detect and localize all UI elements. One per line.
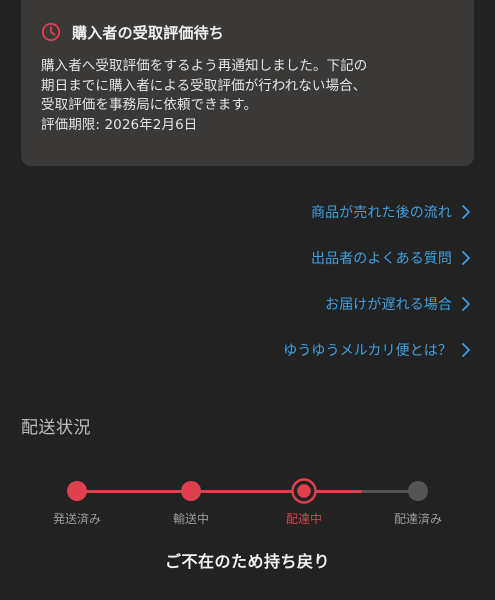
step-dot-in-transit [181, 481, 201, 501]
link-after-sale-flow[interactable]: 商品が売れた後の流れ [171, 197, 471, 227]
shipping-detail-screen: 購入者の受取評価待ち 購入者へ受取評価をするよう再通知しました。下記の 期日まで… [0, 0, 495, 600]
step-dot-shipped [67, 481, 87, 501]
link-label: ゆうゆうメルカリ便とは？ [283, 343, 452, 359]
review-pending-notice: 購入者の受取評価待ち 購入者へ受取評価をするよう再通知しました。下記の 期日まで… [21, 0, 474, 166]
chevron-right-icon [461, 204, 471, 220]
step-label-shipped: 発送済み [52, 512, 102, 526]
link-delivery-delay[interactable]: お届けが遅れる場合 [171, 289, 471, 319]
link-label: 商品が売れた後の流れ [311, 205, 452, 221]
chevron-right-icon [461, 250, 471, 266]
track-segment-done [77, 490, 191, 493]
step-dot-out-for-delivery [291, 478, 317, 504]
notice-title: 購入者の受取評価待ち [72, 23, 225, 42]
help-links: 商品が売れた後の流れ 出品者のよくある質問 お届けが遅れる場合 ゆうゆうメルカリ… [171, 197, 471, 381]
shipping-progress-tracker: 発送済み 輸送中 配達中 配達済み [0, 478, 495, 528]
link-yuyu-mercari-bin[interactable]: ゆうゆうメルカリ便とは？ [171, 335, 471, 365]
notice-header: 購入者の受取評価待ち [41, 22, 456, 42]
link-seller-faq[interactable]: 出品者のよくある質問 [171, 243, 471, 273]
link-label: 出品者のよくある質問 [311, 251, 452, 267]
track-segment-done [191, 490, 304, 493]
delivery-status-message: ご不在のため持ち戻り [164, 552, 330, 571]
link-label: お届けが遅れる場合 [325, 297, 452, 313]
step-label-delivered: 配達済み [393, 512, 443, 526]
step-label-in-transit: 輸送中 [172, 512, 210, 526]
chevron-right-icon [461, 342, 471, 358]
clock-icon [41, 22, 61, 42]
step-dot-delivered [408, 481, 428, 501]
chevron-right-icon [461, 296, 471, 312]
step-label-out-for-delivery: 配達中 [285, 512, 323, 526]
notice-body: 購入者へ受取評価をするよう再通知しました。下記の 期日までに購入者による受取評価… [41, 58, 368, 113]
shipping-status-heading: 配送状況 [21, 418, 91, 438]
review-deadline: 評価期限: 2026年2月6日 [41, 116, 198, 133]
